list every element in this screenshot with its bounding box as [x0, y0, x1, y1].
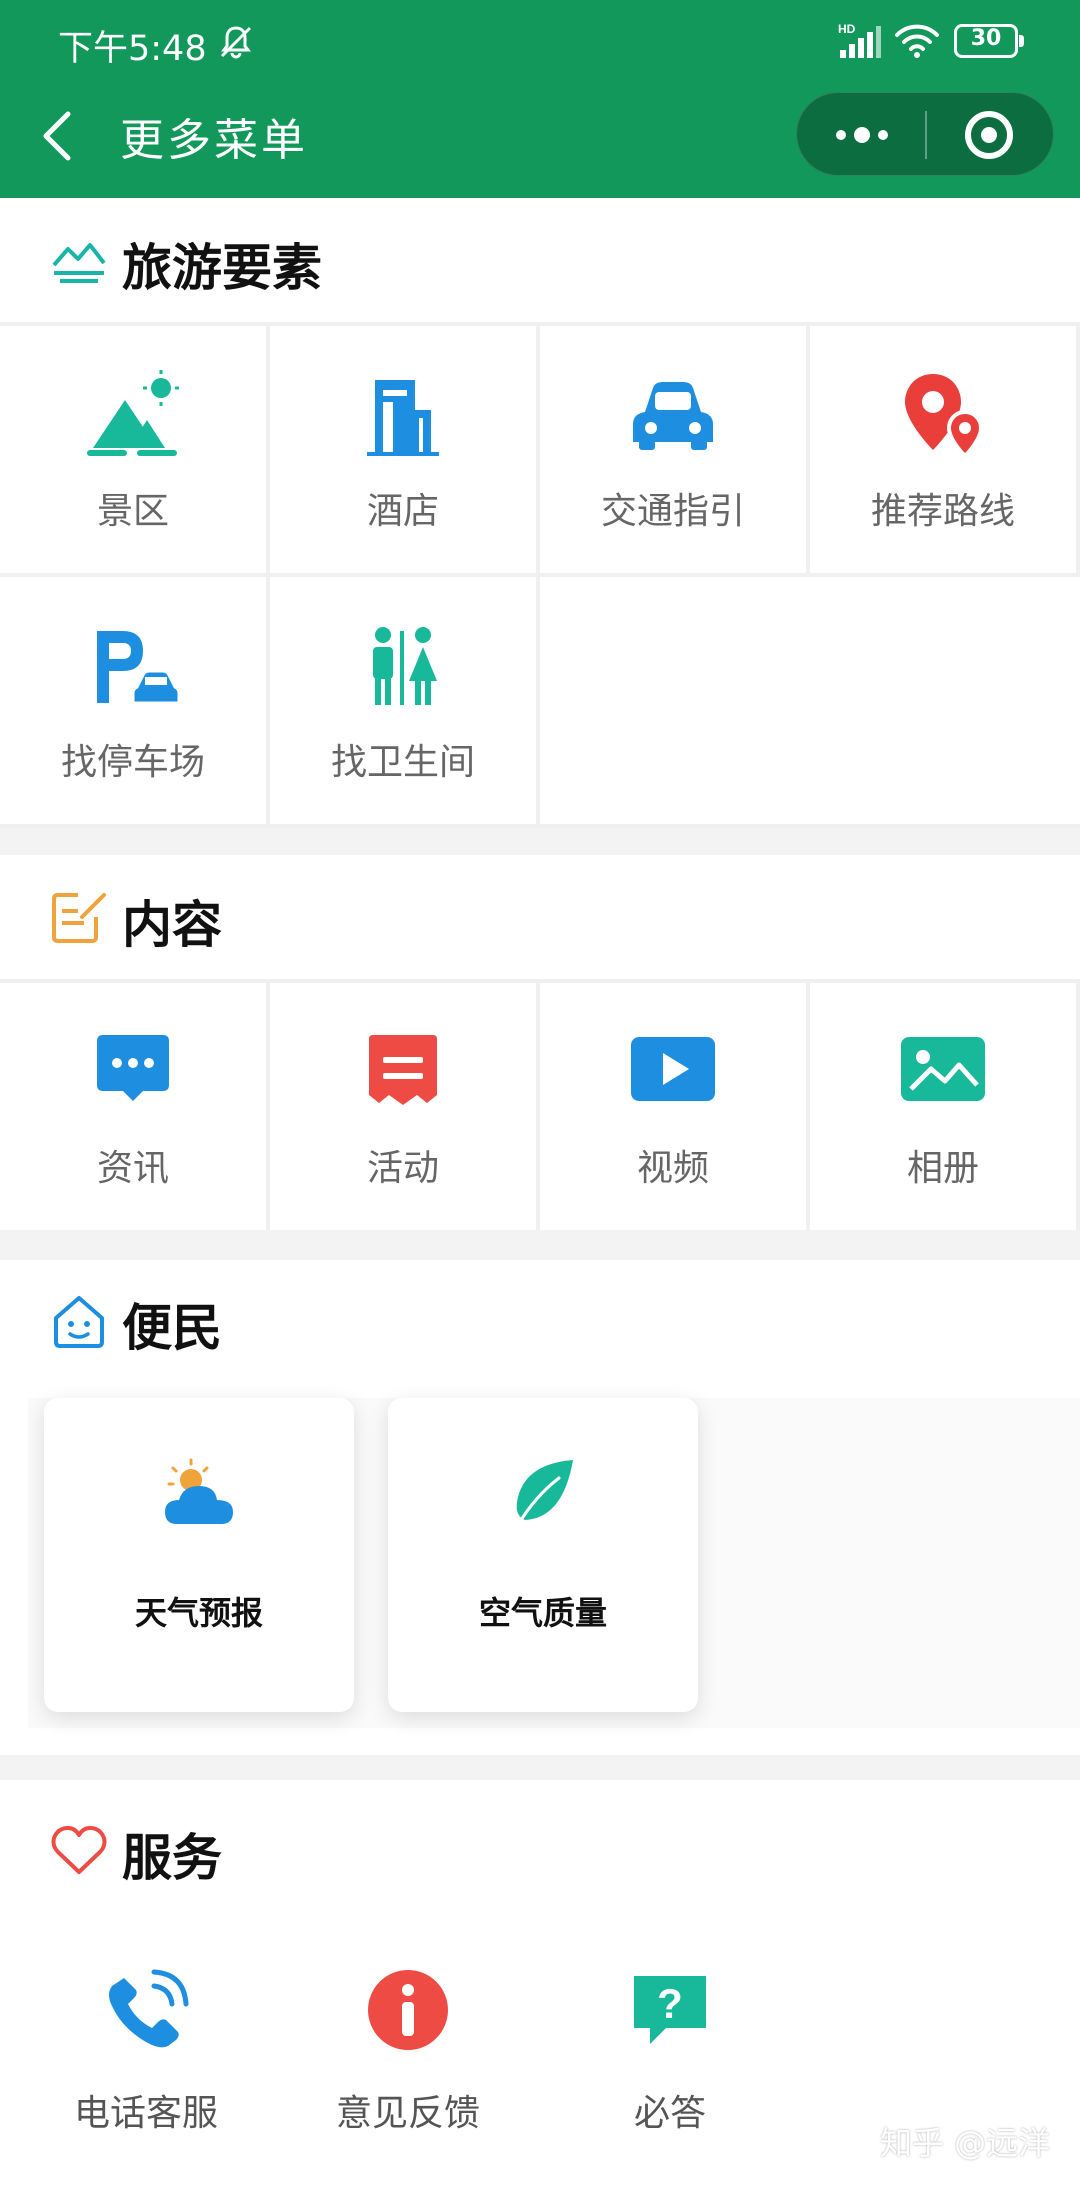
edit-note-icon	[52, 893, 106, 943]
leaf-icon	[513, 1460, 573, 1532]
watermark: 知乎 @远洋	[880, 2124, 1051, 2162]
menu-item-label: 找卫生间	[330, 742, 475, 783]
menu-item-parking[interactable]: 找停车场	[0, 577, 266, 824]
back-arrow-icon[interactable]	[38, 108, 78, 164]
close-miniprogram-button[interactable]	[965, 111, 1013, 159]
status-bar: 下午5:48 HD 30	[0, 0, 1080, 86]
menu-item-hotel[interactable]: 酒店	[270, 326, 536, 573]
capsule-divider	[925, 111, 927, 159]
content-grid: 资讯 活动 视频 相册	[0, 979, 1080, 1230]
battery-level: 30	[970, 26, 1002, 51]
menu-item-news[interactable]: 资讯	[0, 983, 266, 1230]
section-title: 服务	[122, 1829, 222, 1887]
ticket-icon	[369, 1035, 437, 1105]
phone-icon	[109, 1969, 189, 2048]
route-pin-icon	[905, 374, 984, 459]
tourism-grid: 景区 酒店 交通指引 推荐路线 找停车场 找卫生间	[0, 322, 1080, 828]
menu-item-video[interactable]: 视频	[540, 983, 806, 1230]
landscape-icon	[52, 243, 106, 283]
parking-icon	[97, 631, 181, 705]
play-icon	[631, 1037, 715, 1101]
service-label: 意见反馈	[335, 2093, 480, 2134]
menu-item-label: 视频	[636, 1148, 709, 1189]
menu-item-activity[interactable]: 活动	[270, 983, 536, 1230]
menu-item-restroom[interactable]: 找卫生间	[270, 577, 536, 824]
section-header: 服务	[0, 1780, 1080, 1904]
page-title: 更多菜单	[120, 115, 308, 166]
heart-icon	[51, 1826, 107, 1874]
info-icon	[368, 1970, 448, 2050]
menu-item-label: 景区	[96, 491, 169, 532]
restroom-icon	[373, 627, 437, 705]
status-time: 下午5:48	[58, 29, 207, 69]
menu-item-route[interactable]: 推荐路线	[810, 326, 1076, 573]
smile-house-icon	[54, 1296, 104, 1348]
mountain-sun-icon	[87, 370, 179, 456]
menu-item-label: 酒店	[366, 491, 439, 532]
card-air-quality[interactable]: 空气质量	[388, 1398, 698, 1712]
top-bar: 下午5:48 HD 30 更多菜单	[0, 0, 1080, 198]
service-item-feedback[interactable]: 意见反馈	[278, 1966, 538, 2166]
section-header: 内容	[0, 855, 1080, 979]
menu-item-scenic[interactable]: 景区	[0, 326, 266, 573]
section-title: 旅游要素	[122, 239, 322, 297]
signal-icon: HD	[838, 22, 881, 58]
card-label: 空气质量	[478, 1594, 607, 1632]
photo-icon	[901, 1037, 985, 1101]
miniprogram-capsule	[796, 92, 1054, 176]
service-item-faq[interactable]: ? 必答	[540, 1966, 800, 2166]
section-convenience: 便民 天气预报 空气质量	[0, 1260, 1080, 1755]
menu-item-label: 资讯	[96, 1148, 169, 1189]
section-header: 旅游要素	[0, 198, 1080, 322]
menu-item-traffic[interactable]: 交通指引	[540, 326, 806, 573]
empty-cell	[540, 577, 1080, 824]
card-weather[interactable]: 天气预报	[44, 1398, 354, 1712]
menu-item-label: 找停车场	[60, 742, 205, 783]
more-menu-button[interactable]	[827, 113, 897, 157]
section-content: 内容 资讯 活动 视频 相册	[0, 855, 1080, 1230]
menu-item-label: 相册	[906, 1148, 979, 1189]
menu-item-label: 交通指引	[600, 491, 745, 532]
network-label: HD	[838, 22, 856, 36]
menu-item-album[interactable]: 相册	[810, 983, 1076, 1230]
section-tourism: 旅游要素 景区 酒店 交通指引 推荐路线 找停车场 找卫生间	[0, 198, 1080, 828]
svg-text:?: ?	[657, 1980, 683, 2027]
section-header: 便民	[0, 1260, 1080, 1384]
service-label: 必答	[633, 2093, 706, 2134]
wifi-icon	[895, 24, 939, 58]
service-item-phone[interactable]: 电话客服	[16, 1966, 276, 2166]
convenience-cards: 天气预报 空气质量	[28, 1398, 1080, 1728]
hotel-building-icon	[367, 380, 439, 456]
muted-bell-icon	[220, 26, 252, 59]
menu-item-label: 推荐路线	[870, 491, 1015, 532]
battery-icon: 30	[954, 24, 1024, 58]
question-bubble-icon: ?	[634, 1976, 706, 2044]
service-label: 电话客服	[73, 2093, 218, 2134]
car-icon	[633, 382, 713, 450]
card-label: 天气预报	[134, 1594, 263, 1632]
section-title: 内容	[122, 896, 222, 954]
weather-cloud-sun-icon	[165, 1458, 233, 1524]
section-title: 便民	[122, 1299, 222, 1357]
chat-bubble-icon	[97, 1035, 169, 1101]
menu-item-label: 活动	[366, 1148, 439, 1189]
